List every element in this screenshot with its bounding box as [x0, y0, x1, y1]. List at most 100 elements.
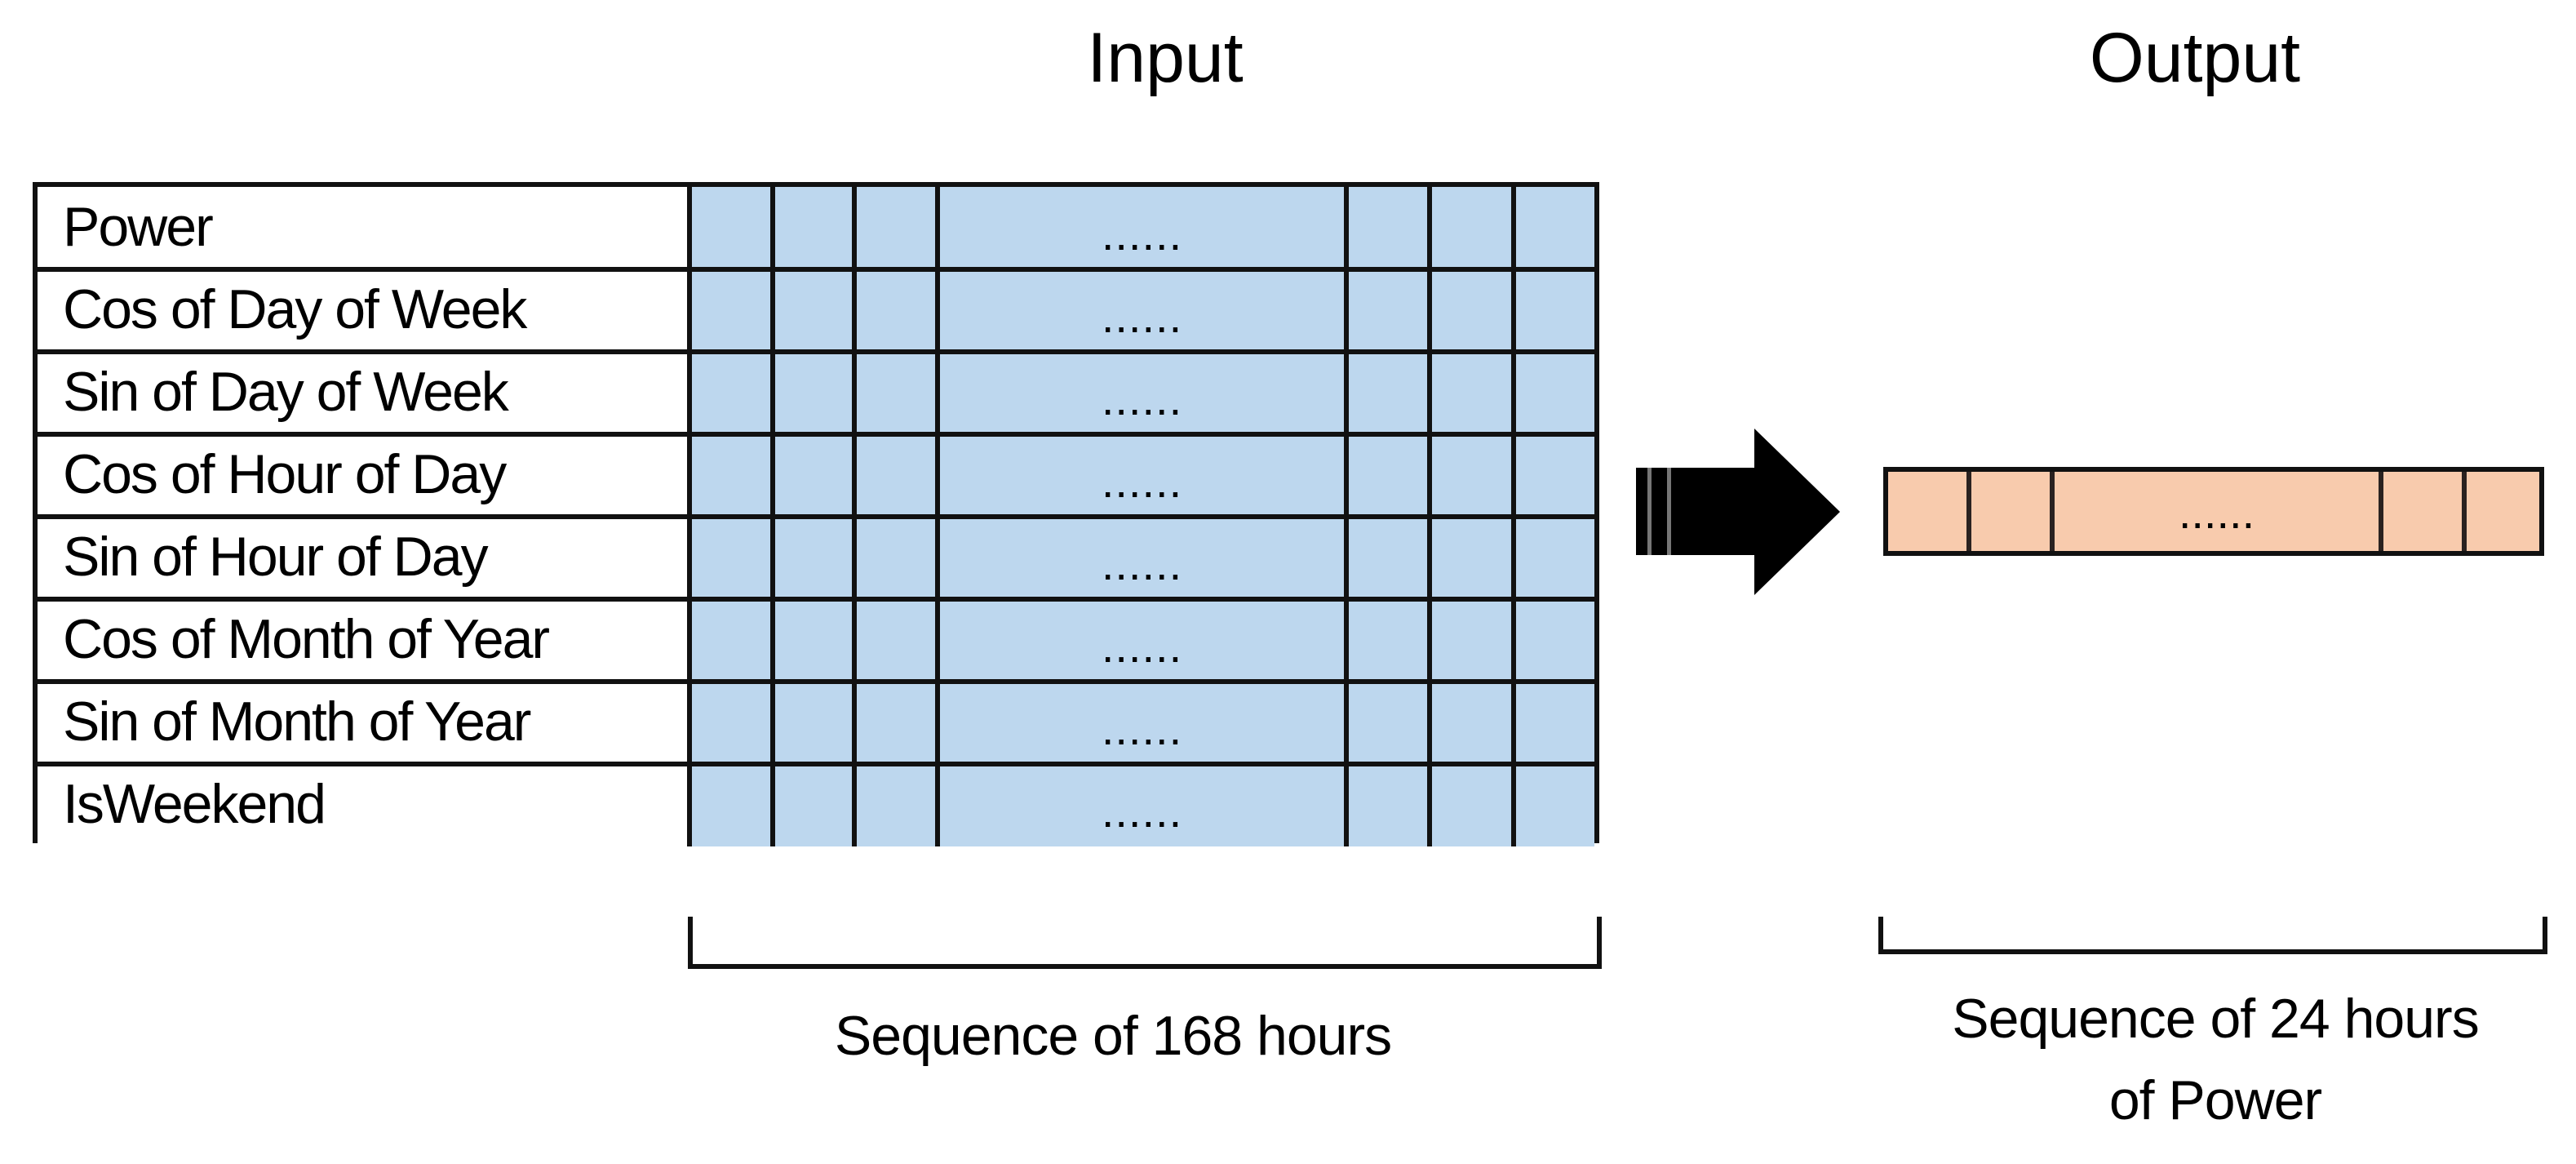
time-step-cell [1516, 682, 1594, 764]
time-step-cell [857, 599, 940, 682]
feature-label-cell: IsWeekend [38, 764, 692, 846]
time-step-ellipsis-cell: ...... [940, 269, 1349, 352]
feature-label-cell: Cos of Hour of Day [38, 434, 692, 517]
feature-label-cell: Sin of Hour of Day [38, 517, 692, 599]
output-hour-cell [2383, 472, 2467, 551]
row-divider [38, 597, 1594, 602]
time-step-cell [1349, 764, 1432, 846]
row-divider [38, 432, 1594, 437]
time-step-cell [1516, 764, 1594, 846]
time-step-cell [775, 599, 857, 682]
time-step-cell [1349, 269, 1432, 352]
time-step-cell [692, 352, 775, 434]
time-step-cell [775, 682, 857, 764]
feature-row: Power...... [38, 187, 1594, 269]
output-caption-line-2: of Power [2108, 1069, 2322, 1131]
time-step-cell [1432, 434, 1516, 517]
feature-label: Sin of Hour of Day [63, 526, 489, 588]
time-step-cell [857, 434, 940, 517]
ellipsis-text: ...... [1101, 373, 1183, 424]
time-step-cell [1432, 187, 1516, 269]
time-step-cell [1516, 352, 1594, 434]
ellipsis-text: ...... [1101, 703, 1183, 754]
feature-label: Cos of Month of Year [63, 608, 550, 670]
time-step-ellipsis-cell: ...... [940, 434, 1349, 517]
row-divider [38, 679, 1594, 684]
time-step-cell [1432, 269, 1516, 352]
time-step-cell [1349, 434, 1432, 517]
arrow-tail-stripe [1667, 468, 1671, 555]
time-step-cell [1432, 599, 1516, 682]
row-divider [38, 514, 1594, 519]
output-ellipsis-cell: ...... [2055, 472, 2383, 551]
ellipsis-text: ...... [1101, 291, 1183, 342]
time-step-ellipsis-cell: ...... [940, 352, 1349, 434]
ellipsis-text: ...... [2178, 486, 2255, 538]
time-step-cell [692, 517, 775, 599]
time-step-ellipsis-cell: ...... [940, 764, 1349, 846]
input-sequence-caption: Sequence of 168 hours [834, 1005, 1392, 1067]
time-step-cell [1349, 682, 1432, 764]
time-step-cell [1516, 599, 1594, 682]
feature-row: Sin of Day of Week...... [38, 349, 1594, 434]
feature-label: Cos of Hour of Day [63, 443, 507, 505]
feature-row: Sin of Hour of Day...... [38, 514, 1594, 599]
time-step-cell [775, 352, 857, 434]
time-step-cell [775, 517, 857, 599]
time-step-cell [857, 764, 940, 846]
time-step-cell [1432, 764, 1516, 846]
time-step-cell [1432, 352, 1516, 434]
time-step-cell [1349, 517, 1432, 599]
time-step-cell [1516, 517, 1594, 599]
feature-row: IsWeekend...... [38, 762, 1594, 846]
feature-label: Sin of Month of Year [63, 691, 531, 753]
time-step-cell [857, 682, 940, 764]
feature-label: Sin of Day of Week [63, 361, 509, 423]
time-step-cell [1432, 517, 1516, 599]
time-step-ellipsis-cell: ...... [940, 187, 1349, 269]
feature-label-cell: Sin of Day of Week [38, 352, 692, 434]
time-step-cell [1349, 187, 1432, 269]
time-step-cell [692, 682, 775, 764]
ellipsis-text: ...... [1101, 538, 1183, 589]
time-step-cell [857, 187, 940, 269]
output-hour-cell [1888, 472, 1971, 551]
input-feature-table: Power...... Cos of Day of Week...... Sin o… [33, 182, 1599, 846]
feature-label: Cos of Day of Week [63, 278, 527, 340]
time-step-cell [692, 434, 775, 517]
time-step-ellipsis-cell: ...... [940, 599, 1349, 682]
feature-label-cell: Power [38, 187, 692, 269]
ellipsis-text: ...... [1101, 620, 1183, 672]
feature-label: IsWeekend [63, 773, 326, 835]
ellipsis-text: ...... [1101, 785, 1183, 837]
row-divider [38, 762, 1594, 766]
time-step-cell [692, 187, 775, 269]
time-step-cell [857, 269, 940, 352]
time-step-cell [692, 599, 775, 682]
row-divider [38, 267, 1594, 272]
ellipsis-text: ...... [1101, 208, 1183, 260]
input-sequence-bracket [688, 917, 1602, 969]
output-sequence-caption: Sequence of 24 hours of Power [1860, 978, 2570, 1141]
feature-row: Cos of Hour of Day...... [38, 432, 1594, 517]
output-sequence-bracket [1878, 917, 2547, 954]
feature-row: Sin of Month of Year...... [38, 679, 1594, 764]
time-step-cell [1516, 187, 1594, 269]
arrow-shape [1636, 429, 1840, 595]
arrow-tail-stripe [1647, 468, 1652, 555]
time-step-cell [775, 434, 857, 517]
row-divider [38, 349, 1594, 354]
output-hour-cell [2467, 472, 2539, 551]
time-step-cell [775, 269, 857, 352]
time-step-cell [775, 187, 857, 269]
feature-label-cell: Cos of Day of Week [38, 269, 692, 352]
time-step-cell [1432, 682, 1516, 764]
time-step-cell [1516, 434, 1594, 517]
feature-label-cell: Sin of Month of Year [38, 682, 692, 764]
output-sequence-bar: ...... [1883, 467, 2544, 556]
time-step-cell [1349, 599, 1432, 682]
time-step-ellipsis-cell: ...... [940, 682, 1349, 764]
feature-label: Power [63, 196, 214, 258]
time-step-ellipsis-cell: ...... [940, 517, 1349, 599]
time-step-cell [775, 764, 857, 846]
